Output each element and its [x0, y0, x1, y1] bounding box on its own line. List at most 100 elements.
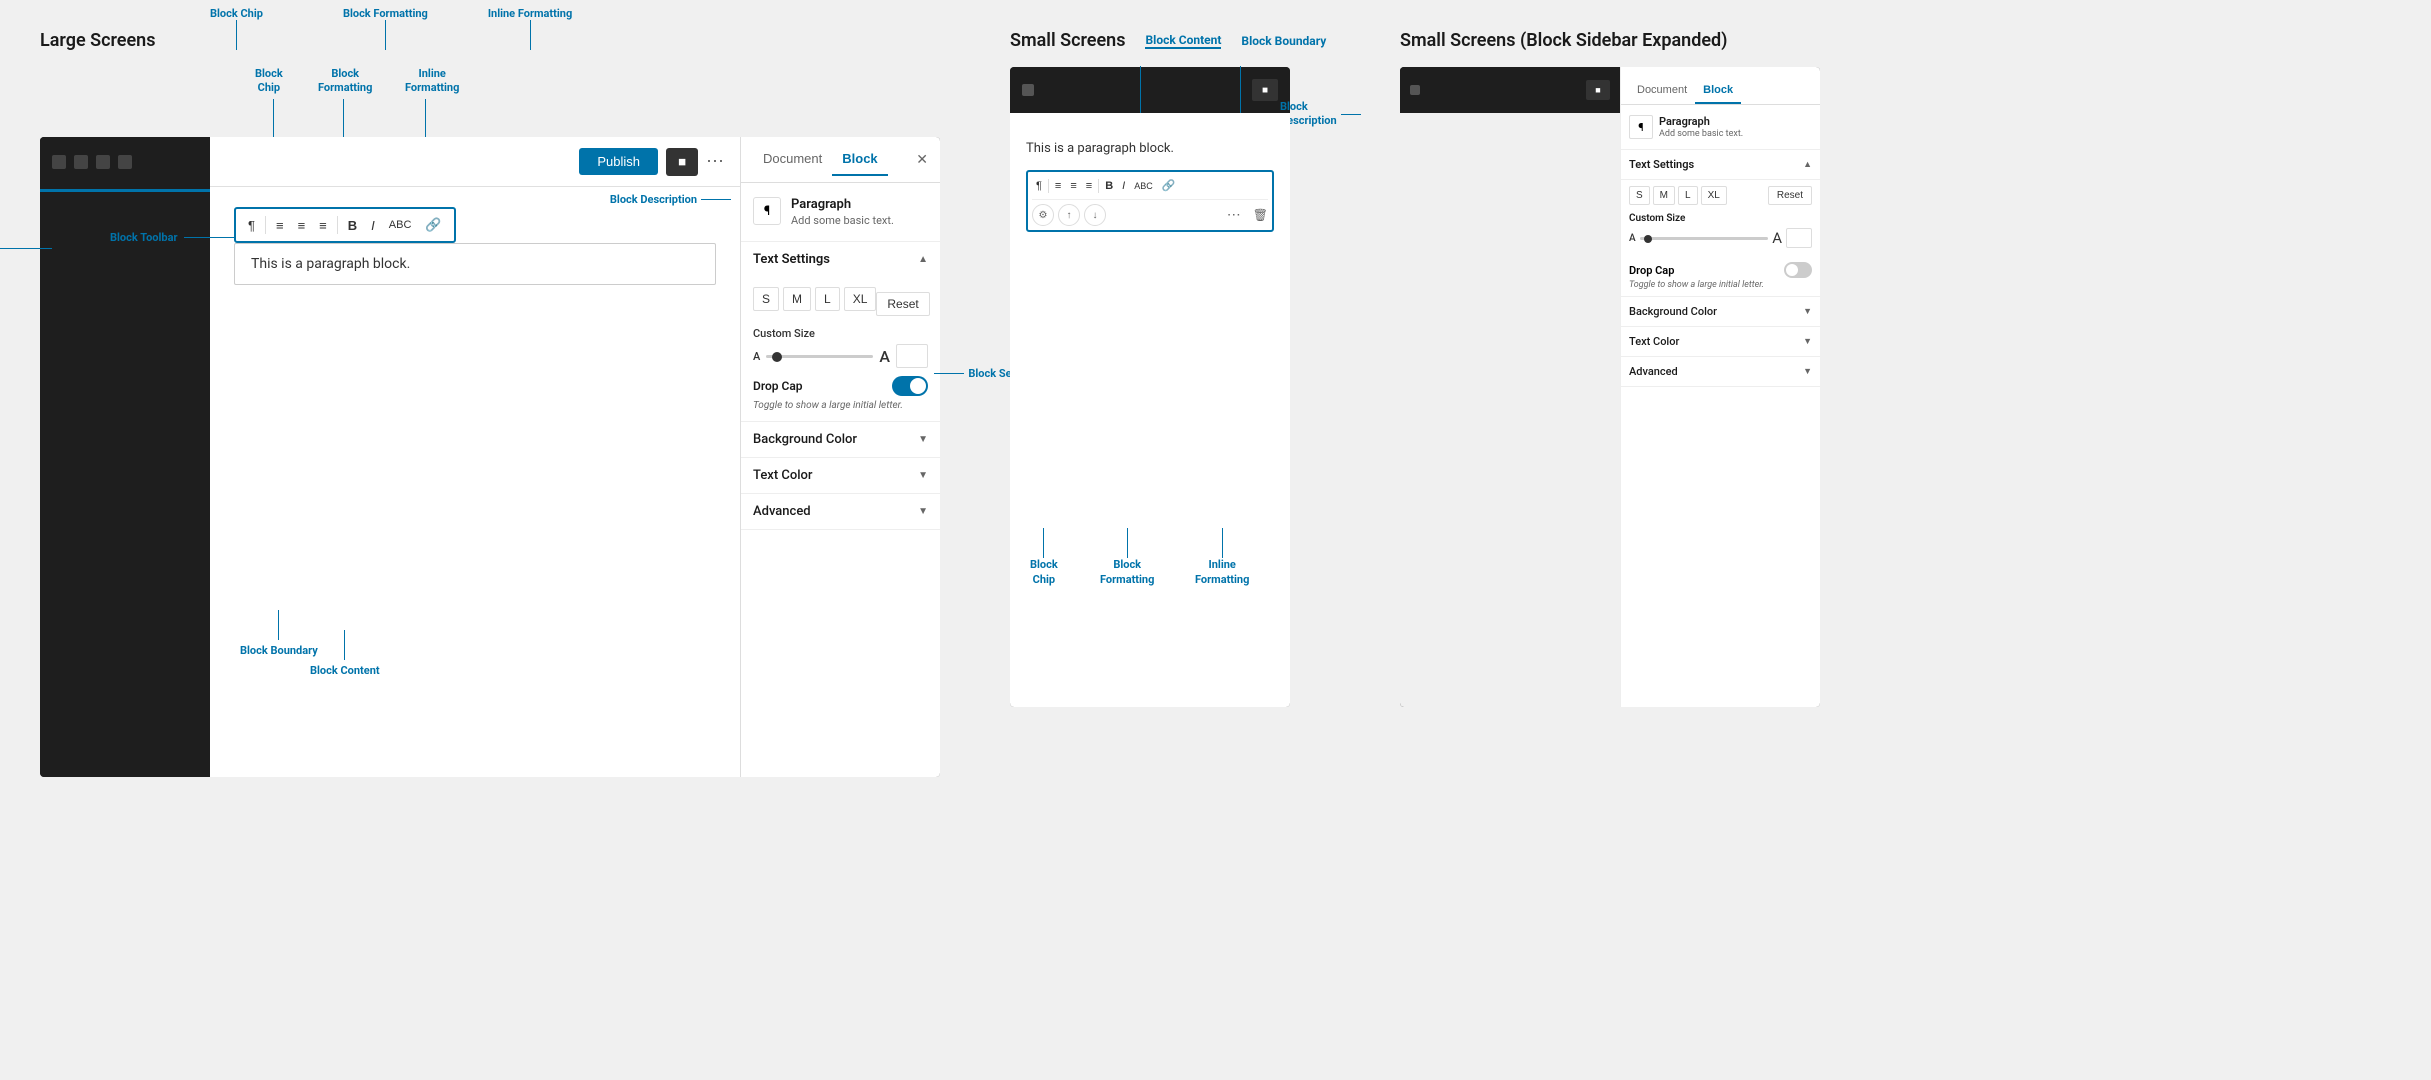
advanced-section[interactable]: Advanced ▼: [741, 494, 940, 530]
toolbar-bold-btn[interactable]: B: [342, 214, 363, 237]
expanded-block-name: Paragraph: [1659, 115, 1743, 128]
toolbar-strikethrough-btn[interactable]: ABC: [383, 215, 418, 235]
size-buttons-row: S M L XL Reset: [753, 287, 928, 321]
expanded-text-color[interactable]: Text Color ▼: [1621, 327, 1820, 357]
expanded-dark-btn[interactable]: ■: [1586, 80, 1610, 100]
small-toolbar-align2-btn[interactable]: ≡: [1066, 177, 1080, 195]
block-boundary-label: Block Boundary: [240, 644, 318, 657]
toolbar-divider-2: [337, 216, 338, 234]
size-btn-xl[interactable]: XL: [844, 287, 877, 311]
expanded-block-icon: ¶: [1629, 115, 1653, 139]
tab-document[interactable]: Document: [753, 143, 832, 176]
toolbar-link-btn[interactable]: 🔗: [419, 213, 447, 237]
expanded-drop-cap-label: Drop Cap: [1629, 264, 1674, 277]
block-content-label: Block Content: [310, 664, 380, 677]
reset-btn[interactable]: Reset: [876, 292, 929, 316]
block-info-wrapper: Block Description ¶ Paragraph Add some b…: [741, 183, 940, 242]
small-settings-icon[interactable]: ⚙: [1032, 204, 1054, 226]
small-preview-btn[interactable]: ■: [1252, 79, 1278, 101]
expanded-advanced[interactable]: Advanced ▼: [1621, 357, 1820, 387]
block-content-text: This is a paragraph block.: [251, 256, 410, 272]
size-btn-s[interactable]: S: [753, 287, 779, 311]
toolbar-align-right-btn[interactable]: ≡: [313, 214, 333, 237]
block-info-text: Paragraph Add some basic text.: [791, 197, 894, 227]
expanded-slider-dot: [1644, 235, 1652, 243]
preview-button[interactable]: ■: [666, 148, 698, 176]
small-toolbar-abc-btn[interactable]: ABC: [1130, 178, 1157, 194]
size-a-small: A: [753, 350, 760, 363]
block-description-label: Block Description: [610, 193, 697, 206]
toolbar-align-center-btn[interactable]: ≡: [292, 214, 312, 237]
toolbar-align-left-btn[interactable]: ≡: [270, 214, 290, 237]
expanded-size-xl[interactable]: XL: [1701, 186, 1727, 205]
expanded-reset-btn[interactable]: Reset: [1768, 186, 1812, 205]
block-name: Paragraph: [791, 197, 894, 212]
advanced-label: Advanced: [753, 504, 811, 519]
block-content: This is a paragraph block.: [234, 243, 716, 285]
small-toolbar-align3-btn[interactable]: ≡: [1082, 177, 1096, 195]
expanded-custom-input[interactable]: [1786, 228, 1812, 248]
block-sidebar: Document Block ✕ Block Description: [740, 137, 940, 777]
small-up-icon[interactable]: ↑: [1058, 204, 1080, 226]
background-color-section[interactable]: Background Color ▼: [741, 422, 940, 458]
size-btn-m[interactable]: M: [783, 287, 811, 311]
more-options-button[interactable]: ⋯: [706, 151, 724, 172]
expanded-size-s[interactable]: S: [1629, 186, 1650, 205]
ann-inline-fmt: InlineFormatting: [405, 67, 459, 96]
small-editor-frame: ■ This is a paragraph block. ¶ ≡ ≡: [1010, 67, 1290, 707]
small-toolbar-para-btn[interactable]: ¶: [1032, 177, 1046, 195]
text-color-label: Text Color: [753, 468, 813, 483]
editor-top-bar: Publish ■ ⋯: [210, 137, 740, 187]
expanded-bg-color[interactable]: Background Color ▼: [1621, 297, 1820, 327]
custom-size-label: Custom Size: [753, 327, 928, 340]
small-toolbar-italic-btn[interactable]: I: [1118, 177, 1129, 195]
expanded-size-m[interactable]: M: [1653, 186, 1675, 205]
ann-block-fmt: BlockFormatting: [318, 67, 372, 96]
small-block-fmt-label: BlockFormatting: [1100, 558, 1154, 587]
expanded-advanced-label: Advanced: [1629, 365, 1678, 378]
small-more-btn[interactable]: ⋯: [1227, 207, 1241, 223]
sidebar-dot-3: [96, 155, 110, 169]
text-settings-header[interactable]: Text Settings ▲: [741, 242, 940, 277]
size-btn-l[interactable]: L: [815, 287, 840, 311]
block-description-annotation: Block Description: [610, 193, 731, 206]
expanded-size-l[interactable]: L: [1678, 186, 1698, 205]
custom-size-input[interactable]: [896, 344, 928, 368]
toolbar-paragraph-btn[interactable]: ¶: [242, 214, 261, 237]
expanded-sidebar: Document Block ¶ Paragraph Add some basi…: [1620, 67, 1820, 707]
annotation-block-chip: Block Chip: [210, 7, 263, 20]
expanded-tab-block[interactable]: Block: [1695, 78, 1741, 104]
custom-size-row: A A: [753, 344, 928, 368]
expanded-text-settings-header[interactable]: Text Settings ▲: [1621, 150, 1820, 180]
drop-cap-label: Drop Cap: [753, 379, 803, 393]
small-paragraph-text: This is a paragraph block.: [1026, 141, 1274, 156]
size-slider[interactable]: [766, 355, 873, 358]
small-block-toolbar-container: ¶ ≡ ≡ ≡ B I ABC 🔗: [1026, 170, 1274, 232]
tab-block[interactable]: Block: [832, 143, 887, 176]
small-expanded-title: Small Screens (Block Sidebar Expanded): [1400, 30, 1820, 51]
block-toolbar: ¶ ≡ ≡ ≡ B I ABC 🔗: [234, 207, 456, 243]
expanded-frame: ■ Document Block ¶: [1400, 67, 1820, 707]
expanded-drop-cap-toggle[interactable]: [1784, 262, 1812, 278]
small-toolbar-bold-btn[interactable]: B: [1101, 177, 1117, 195]
sidebar-top-bar: [40, 137, 210, 187]
small-down-icon[interactable]: ↓: [1084, 204, 1106, 226]
expanded-custom-row: A A: [1629, 228, 1812, 248]
expanded-block-info: ¶ Paragraph Add some basic text.: [1621, 105, 1820, 150]
expanded-slider[interactable]: [1640, 237, 1769, 240]
small-trash-btn[interactable]: 🗑: [1253, 208, 1268, 222]
block-content-annotation: Block Content: [310, 630, 380, 677]
text-settings-content: S M L XL Reset Custom Size: [741, 277, 940, 421]
text-color-section[interactable]: Text Color ▼: [741, 458, 940, 494]
publish-button[interactable]: Publish: [579, 148, 658, 175]
sidebar-dot-2: [74, 155, 88, 169]
size-slider-dot: [772, 352, 782, 362]
drop-cap-toggle[interactable]: [892, 376, 928, 396]
size-a-large: A: [879, 347, 890, 366]
sidebar-close-btn[interactable]: ✕: [916, 151, 928, 168]
small-toolbar-link-btn[interactable]: 🔗: [1158, 176, 1180, 195]
toolbar-italic-btn[interactable]: I: [365, 214, 381, 237]
editor-content: Block Toolbar ¶ ≡ ≡ ≡ B: [210, 187, 740, 777]
small-toolbar-align1-btn[interactable]: ≡: [1051, 177, 1065, 195]
expanded-tab-document[interactable]: Document: [1629, 78, 1695, 104]
